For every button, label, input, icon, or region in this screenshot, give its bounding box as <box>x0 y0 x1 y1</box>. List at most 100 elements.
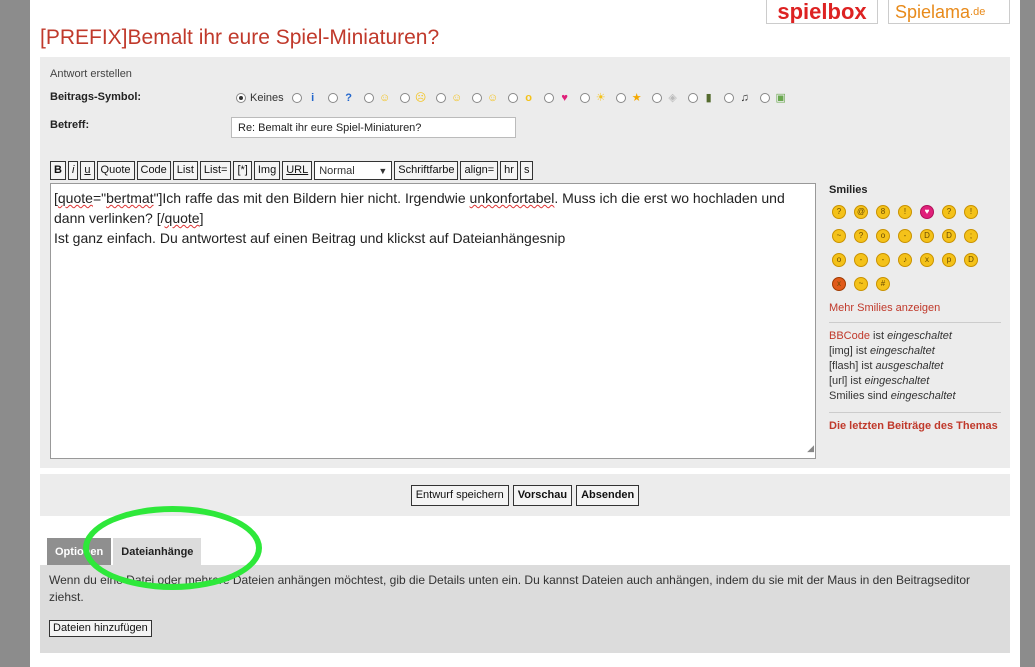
cool-smilie-icon[interactable]: 8 <box>876 205 890 219</box>
bold-button[interactable]: B <box>50 161 66 180</box>
last-posts-link[interactable]: Die letzten Beiträge des Themas <box>829 419 1001 434</box>
eek-smilie-icon[interactable]: o <box>832 253 846 267</box>
grin-smilie-icon[interactable]: D <box>920 229 934 243</box>
save-draft-button[interactable]: Entwurf speichern <box>410 484 509 506</box>
post-icon-radio[interactable] <box>399 93 410 103</box>
smile-icon: ☺ <box>379 92 391 104</box>
url-button[interactable]: URL <box>282 161 313 180</box>
post-icon-option[interactable]: ★ <box>615 91 644 105</box>
subject-input[interactable] <box>231 117 516 138</box>
editor-text-segment: =" <box>92 190 107 206</box>
post-icon-option[interactable]: ? <box>327 91 356 105</box>
list-item-button[interactable]: [*] <box>233 161 252 180</box>
wink-smilie-icon[interactable]: ; <box>964 229 978 243</box>
img-button[interactable]: Img <box>253 161 281 180</box>
italic-button[interactable]: i <box>67 161 79 180</box>
laugh-smilie-icon[interactable]: D <box>942 229 956 243</box>
post-icon-radio[interactable] <box>615 93 626 103</box>
url-status-value: eingeschaltet <box>864 375 930 387</box>
post-icon-option-none[interactable]: Keines <box>236 92 284 104</box>
bbcode-status-value: eingeschaltet <box>887 330 952 342</box>
post-icon-option[interactable]: i <box>291 91 320 105</box>
shock-smilie-icon[interactable]: o <box>876 229 890 243</box>
exclaim-smilie-icon[interactable]: ! <box>898 205 912 219</box>
bbcode-status-text: ist <box>869 330 888 342</box>
post-icon-option[interactable]: ♫ <box>723 91 752 105</box>
hr-button[interactable]: hr <box>500 161 518 180</box>
resize-handle-icon[interactable]: ◢ <box>807 438 814 458</box>
smile-smilie-icon[interactable]: - <box>898 229 912 243</box>
post-icon-list: i? ☺ ☹ ☺ ☺ o ♥ ☀ ★ ◈ ▮ ♫ ▣ <box>291 91 796 105</box>
post-icon-option[interactable]: ◈ <box>651 91 680 105</box>
post-icon-option[interactable]: ▣ <box>759 91 788 105</box>
doubt-smilie-icon[interactable]: ? <box>854 229 868 243</box>
post-icon-radio[interactable] <box>471 93 482 103</box>
post-icon-radio[interactable] <box>543 93 554 103</box>
list-ordered-button[interactable]: List= <box>199 161 232 180</box>
neutral-smilie-icon[interactable]: - <box>876 253 890 267</box>
bbcode-link[interactable]: BBCode <box>829 330 870 342</box>
post-icon-radio[interactable] <box>723 93 734 103</box>
crying-smilie-icon[interactable]: ~ <box>854 277 868 291</box>
mad-smilie-icon[interactable]: # <box>876 277 890 291</box>
spielbox-logo[interactable]: spielbox <box>766 0 878 24</box>
big-smile-smilie-icon[interactable]: D <box>964 253 978 267</box>
post-icon-radio[interactable] <box>759 93 770 103</box>
spielama-logo[interactable]: Spielama .de <box>888 0 1010 24</box>
post-icon-option[interactable]: ♥ <box>543 91 572 105</box>
font-color-button[interactable]: Schriftfarbe <box>394 161 459 180</box>
quote-button[interactable]: Quote <box>96 161 135 180</box>
post-icon-radio[interactable] <box>291 93 302 103</box>
add-files-button[interactable]: Dateien hinzufügen <box>49 620 152 637</box>
confused-smilie-icon[interactable]: ? <box>832 205 846 219</box>
post-icon-radio[interactable] <box>435 93 446 103</box>
page-title: [PREFIX]Bemalt ihr eure Spiel-Miniaturen… <box>40 26 440 49</box>
tongue-smilie-icon[interactable]: p <box>942 253 956 267</box>
post-icon-radio-none[interactable] <box>236 93 246 103</box>
monkey-smilie-icon[interactable]: @ <box>854 205 868 219</box>
smilies-sidebar: Smilies ? @8! ♥?! ~? o - D D; o - - ♪ x p Dx ~ # Mehr Sm… <box>829 184 1001 434</box>
post-icon-radio[interactable] <box>687 93 698 103</box>
post-icon-radio[interactable] <box>363 93 374 103</box>
post-icon-option[interactable]: ☺ <box>363 91 392 105</box>
font-size-select[interactable]: Normal ▼ <box>314 161 393 180</box>
pirate-smilie-icon[interactable]: x <box>920 253 934 267</box>
submit-button[interactable]: Absenden <box>576 484 640 506</box>
heart-smilie-icon[interactable]: ♥ <box>920 205 934 219</box>
strike-button[interactable]: s <box>519 161 534 180</box>
smilies-status: Smilies sind eingeschaltet <box>829 389 1001 404</box>
angry-smilie-icon[interactable]: x <box>832 277 846 291</box>
flash-status: [flash] ist ausgeschaltet <box>829 359 1001 374</box>
form-caption: Antwort erstellen <box>50 68 132 80</box>
post-icon-option[interactable]: ▮ <box>687 91 716 105</box>
post-icon-option[interactable]: o <box>507 91 536 105</box>
headphones-smilie-icon[interactable]: ♪ <box>898 253 912 267</box>
sad-smilie-icon[interactable]: ~ <box>832 229 846 243</box>
more-smilies-link[interactable]: Mehr Smilies anzeigen <box>829 302 940 314</box>
question-icon: ? <box>345 92 352 104</box>
post-icon-radio[interactable] <box>651 93 662 103</box>
underline-button[interactable]: u <box>80 161 95 180</box>
img-status: [img] ist eingeschaltet <box>829 344 1001 359</box>
post-icon-option[interactable]: ☺ <box>435 91 464 105</box>
post-icon-option[interactable]: ☺ <box>471 91 500 105</box>
post-icon-radio[interactable] <box>327 93 338 103</box>
code-button[interactable]: Code <box>136 161 171 180</box>
post-icon-option[interactable]: ☹ <box>399 91 428 105</box>
tongue-icon: ☺ <box>487 92 499 104</box>
list-button[interactable]: List <box>172 161 198 180</box>
url-status: [url] ist eingeschaltet <box>829 374 1001 389</box>
question-smilie-icon[interactable]: ? <box>942 205 956 219</box>
post-icon-option[interactable]: ☀ <box>579 91 608 105</box>
happy-smilie-icon[interactable]: - <box>854 253 868 267</box>
idea-smilie-icon[interactable]: ! <box>964 205 978 219</box>
align-button[interactable]: align= <box>460 161 499 180</box>
preview-button[interactable]: Vorschau <box>512 484 573 506</box>
post-icon-label: Beitrags-Symbol: <box>50 91 142 103</box>
smilies-status-text: Smilies sind <box>829 390 891 402</box>
post-icon-radio[interactable] <box>507 93 518 103</box>
post-icon-radio[interactable] <box>579 93 590 103</box>
lightbulb-icon: ☀ <box>595 92 606 104</box>
highlight-annotation-ring <box>83 506 262 590</box>
message-textarea[interactable]: [quote="bertmat"]Ich raffe das mit den B… <box>50 183 816 459</box>
